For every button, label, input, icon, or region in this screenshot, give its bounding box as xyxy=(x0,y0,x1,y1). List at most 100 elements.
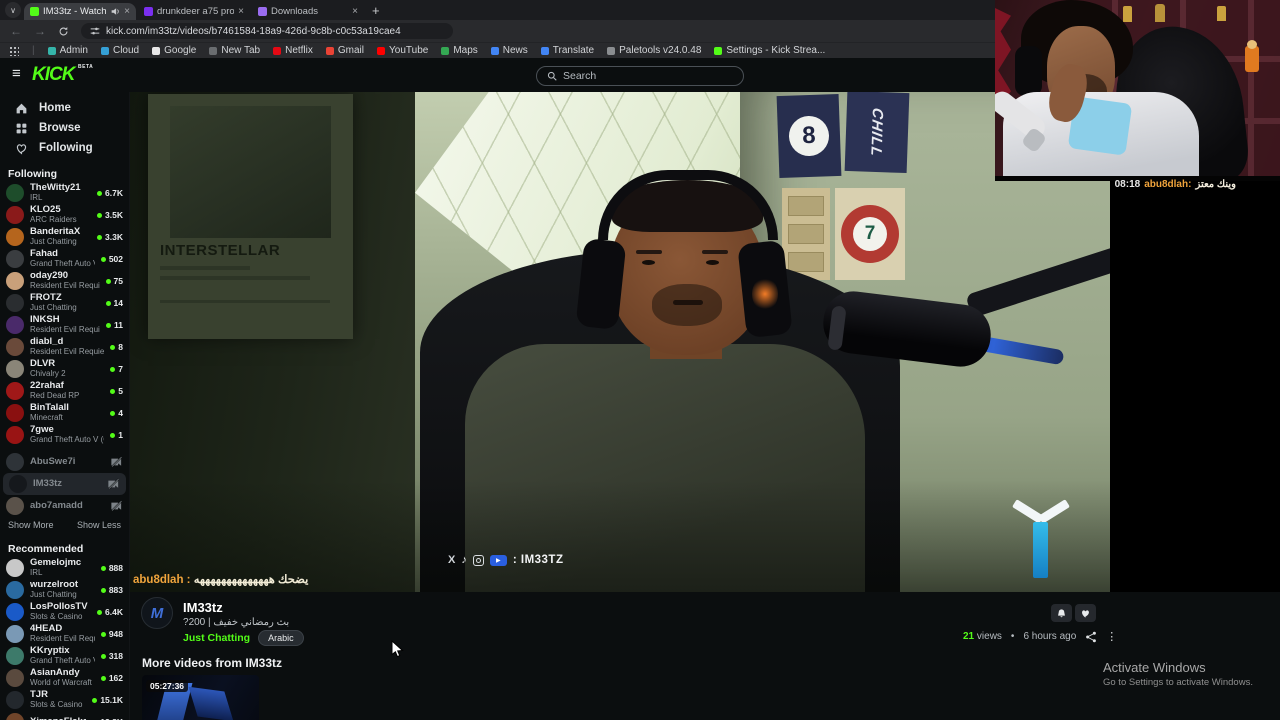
more-options-icon[interactable]: ⋮ xyxy=(1106,630,1117,643)
refresh-icon[interactable] xyxy=(58,26,69,37)
live-dot xyxy=(105,300,111,306)
tab-audio-icon[interactable] xyxy=(111,7,120,16)
tab-close-icon[interactable]: × xyxy=(238,6,244,17)
apps-grid-icon[interactable] xyxy=(9,45,19,56)
forward-icon[interactable]: → xyxy=(34,25,46,37)
channel-row[interactable]: BinTalall Minecraft 4 xyxy=(0,402,129,424)
channel-category: IRL xyxy=(30,568,43,577)
search-bar[interactable] xyxy=(536,66,744,86)
show-more-button[interactable]: Show More xyxy=(8,520,54,530)
vod-title: بث رمضاني خفيف | 200? xyxy=(183,617,290,628)
site-settings-icon[interactable] xyxy=(90,26,100,36)
live-dot xyxy=(100,587,106,593)
tab-close-icon[interactable]: × xyxy=(124,6,130,17)
kick-logo[interactable]: KICK xyxy=(32,64,75,86)
bookmark-item[interactable]: Cloud xyxy=(100,45,139,56)
category-link[interactable]: Just Chatting xyxy=(183,632,250,644)
hamburger-menu-icon[interactable]: ≡ xyxy=(12,65,21,82)
channel-category: Minecraft xyxy=(30,413,63,422)
vod-thumbnail[interactable]: 05:27:36 xyxy=(142,675,259,720)
sidebar-item-home[interactable]: Home xyxy=(0,98,129,118)
back-icon[interactable]: ← xyxy=(10,25,22,37)
channel-avatar xyxy=(6,426,24,444)
channel-name: KKryptix xyxy=(30,646,70,657)
channel-row[interactable]: diabl_d Resident Evil Requiem 8 xyxy=(0,336,129,358)
tab-search-chevron-icon[interactable]: ∨ xyxy=(5,2,21,18)
sidebar-item-following[interactable]: Following xyxy=(0,138,129,158)
bookmark-item[interactable]: Translate xyxy=(540,45,594,56)
browser-tab[interactable]: Downloads × xyxy=(252,3,364,20)
channel-category: IRL xyxy=(30,193,43,202)
arrow-bar xyxy=(1033,522,1048,578)
channel-name: wurzelroot xyxy=(30,580,79,591)
channel-avatar xyxy=(6,625,24,643)
video-player[interactable]: INTERSTELLAR 8 CHILL 7 X ♪ ▶: IM33TZ ab… xyxy=(130,92,1110,592)
channel-row[interactable]: TheWitty21 IRL 6.7K xyxy=(0,182,129,204)
live-dot xyxy=(97,234,103,240)
channel-row[interactable]: INKSH Resident Evil Requiem 11 xyxy=(0,314,129,336)
channel-row[interactable]: 4HEAD Resident Evil Requiem 948 xyxy=(0,623,129,645)
offline-channel-row[interactable]: IM33tz xyxy=(3,473,126,495)
recommended-header: Recommended xyxy=(8,543,84,555)
browser-tab[interactable]: drunkdeer a75 pro software - Y × xyxy=(138,3,250,20)
channel-row[interactable]: XimenaFlaka 13.8K xyxy=(0,711,129,720)
channel-avatar xyxy=(6,647,24,665)
share-icon[interactable] xyxy=(1085,631,1097,643)
channel-row[interactable]: oday290 Resident Evil Requiem 75 xyxy=(0,270,129,292)
channel-row[interactable]: DLVR Chivalry 2 7 xyxy=(0,358,129,380)
search-input[interactable] xyxy=(563,70,723,82)
bookmark-item[interactable]: Netflix xyxy=(273,45,313,56)
bookmark-item[interactable]: News xyxy=(490,45,528,56)
bookmark-item[interactable]: YouTube xyxy=(377,45,428,56)
browser-tab[interactable]: IM33tz - Watch the VOD on × xyxy=(24,3,136,20)
channel-name: 22rahaf xyxy=(30,381,64,392)
offline-channel-row[interactable]: abo7amadd xyxy=(0,495,129,517)
offline-channel-row[interactable]: AbuSwe7i xyxy=(0,451,129,473)
tab-close-icon[interactable]: × xyxy=(352,6,358,17)
notification-bell-button[interactable] xyxy=(1051,604,1072,622)
bookmark-favicon-icon xyxy=(273,46,282,55)
new-tab-button[interactable]: + xyxy=(372,3,380,18)
channel-name: TJR xyxy=(30,690,48,701)
bookmark-item[interactable]: Settings - Kick Strea... xyxy=(714,45,825,56)
channel-row[interactable]: LosPollosTV Slots & Casino 6.4K xyxy=(0,601,129,623)
channel-avatar xyxy=(6,581,24,599)
channel-row[interactable]: Fahad Grand Theft Auto V (G... 502 xyxy=(0,248,129,270)
channel-row[interactable]: 7gwe Grand Theft Auto V (GTA) 1 xyxy=(0,424,129,446)
instagram-icon xyxy=(472,554,484,566)
bookmark-item[interactable]: Gmail xyxy=(325,45,365,56)
channel-avatar-large[interactable]: M xyxy=(141,597,173,629)
bookmark-item[interactable]: Admin xyxy=(47,45,88,56)
trophy xyxy=(1155,4,1165,22)
channel-avatar xyxy=(6,382,24,400)
show-less-button[interactable]: Show Less xyxy=(77,520,121,530)
channel-name-link[interactable]: IM33tz xyxy=(183,600,223,615)
channel-row[interactable]: BanderitaX Just Chatting 3.3K xyxy=(0,226,129,248)
bookmark-item[interactable]: Maps xyxy=(441,45,478,56)
bookmark-label: Gmail xyxy=(337,45,365,56)
bookmark-item[interactable]: Paletools v24.0.48 xyxy=(607,45,701,56)
bookmark-item[interactable]: New Tab xyxy=(209,45,260,56)
url-bar[interactable]: kick.com/im33tz/videos/b7461584-18a9-426… xyxy=(81,23,453,39)
channel-row[interactable]: KKryptix Grand Theft Auto V (G... 318 xyxy=(0,645,129,667)
channel-row[interactable]: 22rahaf Red Dead RP 5 xyxy=(0,380,129,402)
sidebar-item-browse[interactable]: Browse xyxy=(0,118,129,138)
channel-row[interactable]: FROTZ Just Chatting 14 xyxy=(0,292,129,314)
channel-category: World of Warcraft xyxy=(30,678,92,687)
channel-row[interactable]: KLO25 ARC Raiders 3.5K xyxy=(0,204,129,226)
channel-row[interactable]: wurzelroot Just Chatting 883 xyxy=(0,579,129,601)
live-dot xyxy=(105,278,111,284)
channel-name: BinTalall xyxy=(30,403,69,414)
channel-row[interactable]: Gemelojmc IRL 888 xyxy=(0,557,129,579)
chat-colon: : xyxy=(183,574,194,586)
bookmark-item[interactable]: Google xyxy=(152,45,196,56)
channel-name: 7gwe xyxy=(30,425,54,436)
eightball-poster: 8 xyxy=(776,93,842,179)
chat-timestamp: 08:18 xyxy=(1114,179,1141,190)
follow-heart-button[interactable] xyxy=(1075,604,1096,622)
language-tag[interactable]: Arabic xyxy=(258,630,304,646)
channel-row[interactable]: TJR Slots & Casino 15.1K xyxy=(0,689,129,711)
channel-row[interactable]: AsianAndy World of Warcraft 162 xyxy=(0,667,129,689)
live-dot xyxy=(110,432,116,438)
viewer-count: 1 xyxy=(118,430,123,440)
